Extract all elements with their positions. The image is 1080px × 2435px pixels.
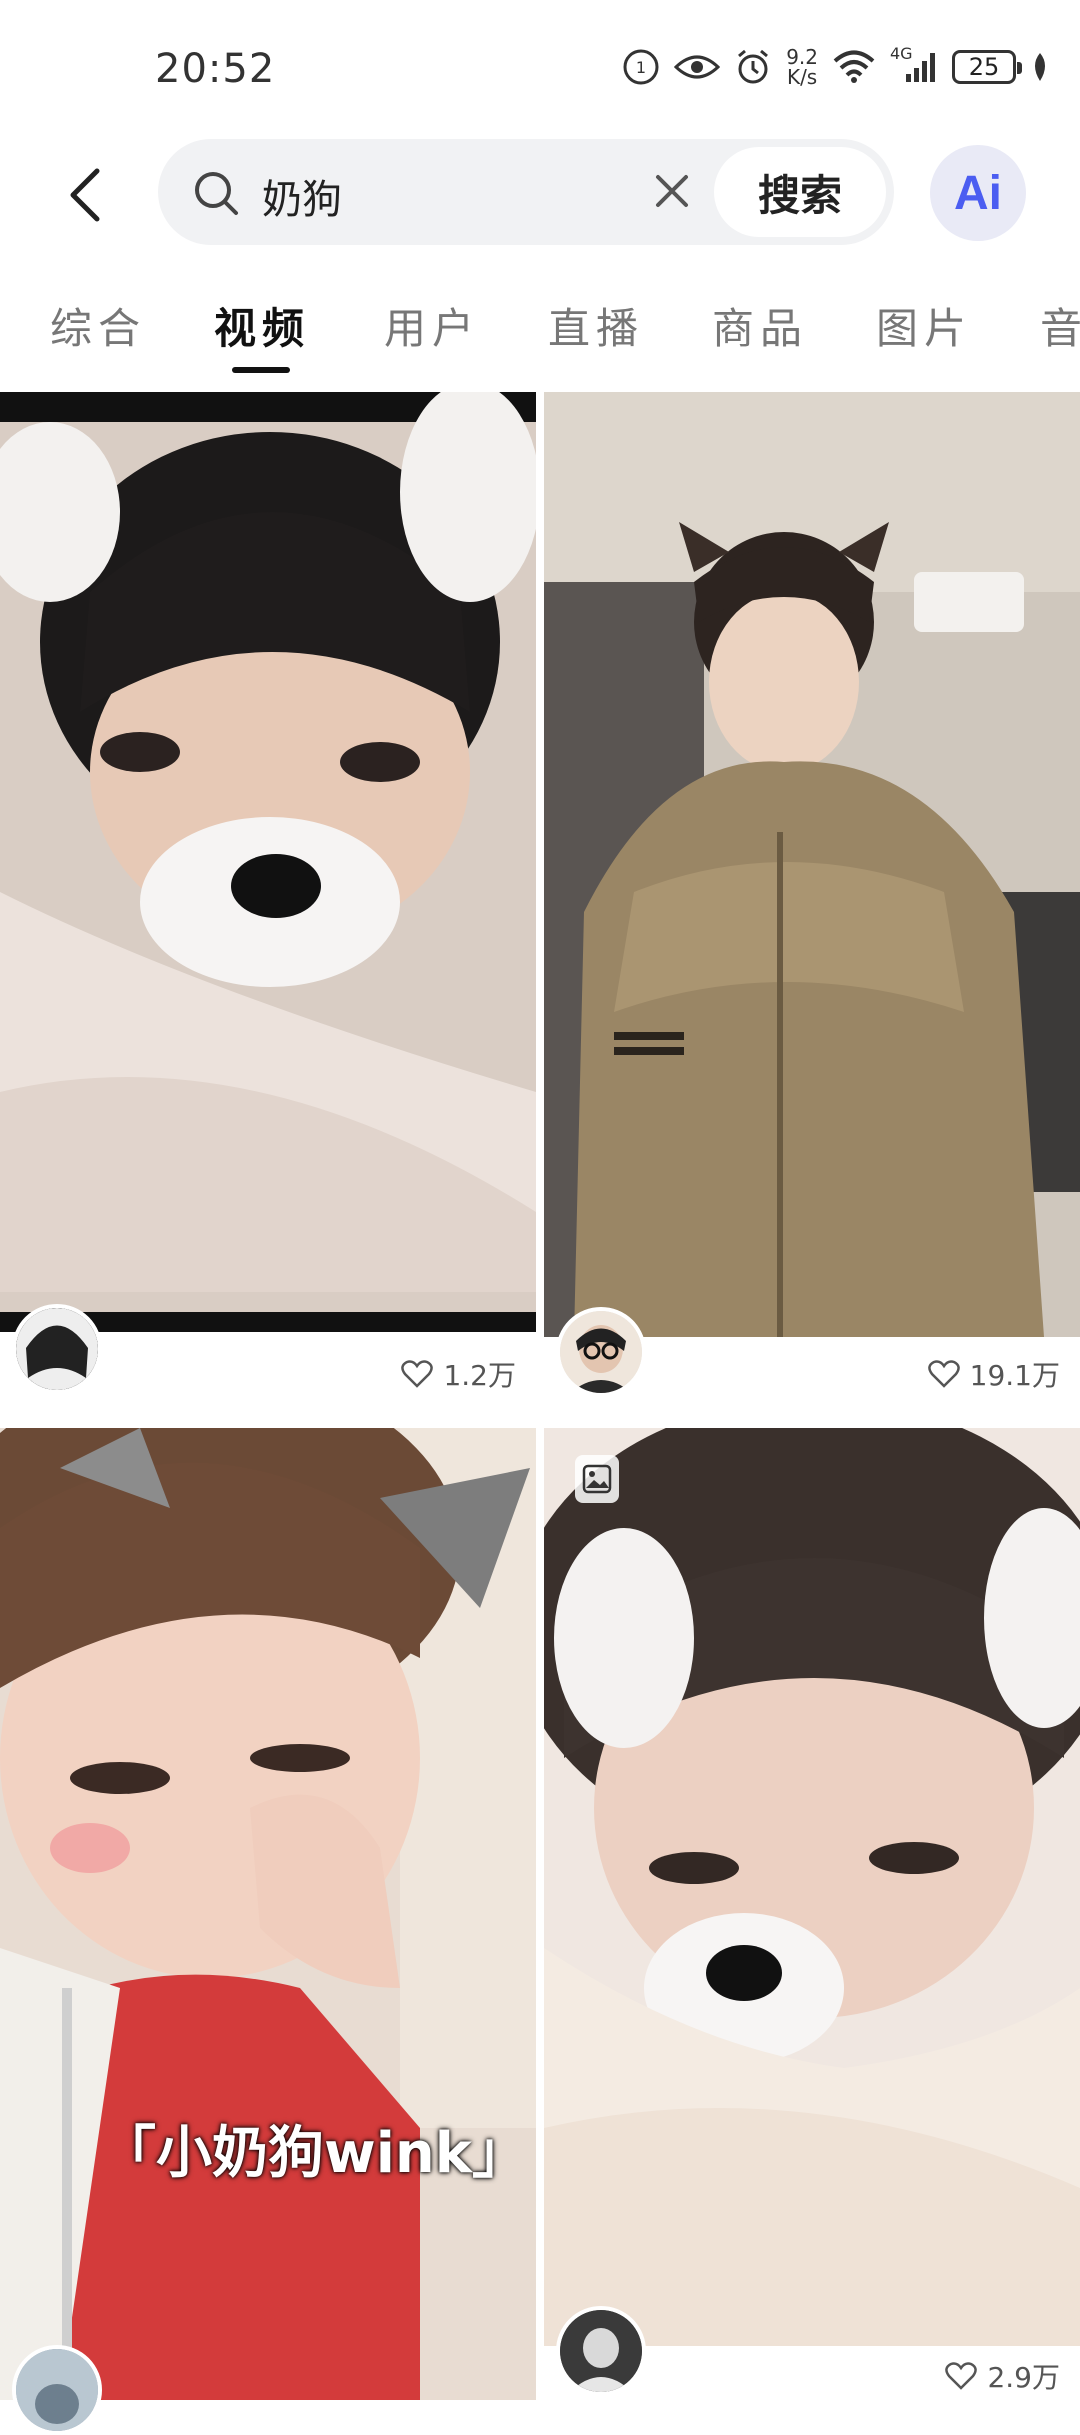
image-post-badge <box>575 1455 619 1503</box>
card-meta: 2.9万 <box>544 2306 1080 2400</box>
avatar[interactable] <box>556 2306 646 2396</box>
heart-icon <box>945 2362 978 2390</box>
card-meta: 19.1万 <box>544 1307 1080 1427</box>
like-count-value: 1.2万 <box>443 1359 516 1392</box>
search-bar[interactable]: 奶狗 搜索 <box>158 139 894 245</box>
status-time: 20:52 <box>155 46 276 92</box>
tab-video[interactable]: 视频 <box>214 295 310 356</box>
leaf-icon <box>1030 51 1050 83</box>
video-thumbnail <box>544 1428 1080 2346</box>
svg-text:1: 1 <box>636 58 646 77</box>
avatar[interactable] <box>556 1307 646 1397</box>
hd-call-icon: 1 <box>622 48 660 86</box>
clear-icon[interactable] <box>650 169 694 217</box>
video-card[interactable] <box>0 392 536 1332</box>
search-button[interactable]: 搜索 <box>714 147 886 237</box>
search-header: 奶狗 搜索 Ai <box>0 135 1080 255</box>
status-bar: 20:52 1 9.2 K/s 4G 25 <box>0 0 1080 130</box>
wifi-icon <box>832 50 876 84</box>
ai-assistant-button[interactable]: Ai <box>930 145 1026 241</box>
net-speed-unit: K/s <box>786 65 818 89</box>
avatar[interactable] <box>12 1304 102 1394</box>
heart-icon <box>401 1360 434 1388</box>
video-thumbnail <box>544 392 1080 1337</box>
tab-live[interactable]: 直播 <box>548 295 644 356</box>
video-card[interactable] <box>544 1428 1080 2346</box>
tab-products[interactable]: 商品 <box>712 295 808 356</box>
active-tab-indicator <box>232 367 290 373</box>
tab-audio[interactable]: 音 <box>1040 295 1080 356</box>
alarm-icon <box>734 48 772 86</box>
video-thumbnail <box>0 392 536 1332</box>
net-speed-value: 9.2 <box>786 45 818 69</box>
card-meta: 1.2万 <box>0 1304 536 1422</box>
image-icon <box>582 1464 612 1494</box>
back-button[interactable] <box>55 160 115 230</box>
heart-icon <box>927 1360 960 1388</box>
back-arrow-icon <box>70 168 100 222</box>
result-tabs: 综合 视频 用户 直播 商品 图片 音 <box>0 285 1080 375</box>
status-icons: 1 9.2 K/s 4G 25 <box>622 42 1050 92</box>
like-count: 1.2万 <box>401 1354 516 1394</box>
avatar[interactable] <box>12 2345 102 2435</box>
tab-images[interactable]: 图片 <box>876 295 972 356</box>
video-caption: 「小奶狗wink」 <box>100 2121 529 2186</box>
net-speed: 9.2 K/s <box>786 47 818 87</box>
like-count: 19.1万 <box>927 1354 1060 1394</box>
tab-users[interactable]: 用户 <box>384 295 480 356</box>
like-count-value: 2.9万 <box>987 2361 1060 2394</box>
video-thumbnail <box>0 1428 536 2400</box>
network-type: 4G <box>890 44 913 63</box>
battery-icon: 25 <box>952 50 1022 84</box>
video-card[interactable] <box>544 392 1080 1337</box>
video-card[interactable]: 「小奶狗wink」 <box>0 1428 536 2400</box>
cellular-signal-icon: 4G <box>890 44 938 84</box>
eye-icon <box>674 52 721 82</box>
search-icon <box>192 169 240 221</box>
like-count: 2.9万 <box>945 2356 1060 2396</box>
tab-general[interactable]: 综合 <box>50 295 146 356</box>
like-count-value: 19.1万 <box>969 1359 1060 1392</box>
search-input[interactable]: 奶狗 <box>262 167 342 225</box>
